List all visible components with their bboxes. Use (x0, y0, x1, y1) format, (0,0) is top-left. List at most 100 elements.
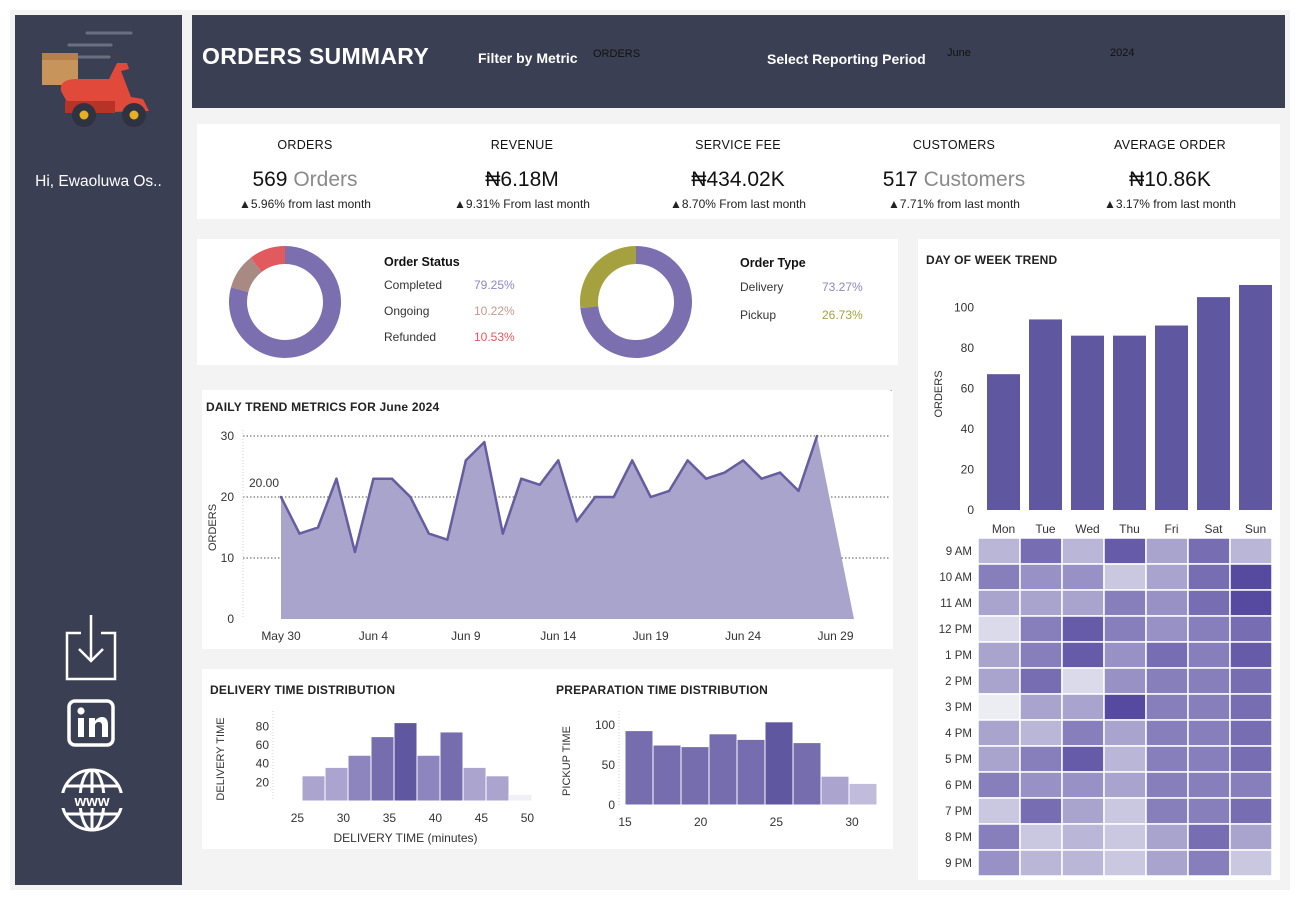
heatmap-cell (1103, 563, 1147, 591)
end-value-label: 30.00 (857, 390, 887, 393)
kpi-average-order: AVERAGE ORDER ₦10.86K ▲3.17% from last m… (1062, 124, 1278, 219)
status-slice-ongoing (230, 257, 263, 293)
kpi-change: ▲5.96% from last month (239, 197, 371, 211)
x-tick-label: Jun 4 (359, 629, 389, 643)
day-of-week-chart: 0 20 40 60 80 100 ORDERS Mon Tue Wed Thu Fri Sat Sun 9… (933, 284, 1273, 877)
delivery-bar (508, 793, 533, 802)
heatmap-cell (1019, 771, 1063, 799)
y-tick-label: 60 (256, 738, 270, 752)
heatmap-cell (1103, 589, 1147, 617)
prep-bar (764, 721, 794, 806)
prep-bar (736, 738, 766, 806)
heatmap-cell (1019, 589, 1063, 617)
order-status-donut (229, 246, 341, 358)
heatmap-cell (977, 797, 1021, 825)
y-tick-label: 100 (954, 300, 974, 314)
day-of-week-card: DAY OF WEEK TREND 0 20 40 60 80 100 ORDERS Mon T… (918, 239, 1280, 880)
sidebar: Hi, Ewaoluwa Os.. www (15, 15, 182, 885)
heatmap-cell (1187, 589, 1231, 617)
x-tick-label: Sat (1204, 522, 1223, 536)
trend-point (797, 489, 800, 493)
kpi-customers: CUSTOMERS 517 Customers ▲7.71% from last… (846, 124, 1062, 219)
y-axis-label: DELIVERY TIME (215, 717, 227, 800)
trend-point (335, 477, 338, 480)
kpi-value: ₦10.86K (1129, 168, 1211, 191)
order-type-title: Order Type (740, 256, 806, 270)
heatmap-cell (977, 667, 1021, 695)
order-type-pct: 73.27% (822, 280, 863, 294)
linkedin-icon[interactable] (67, 699, 115, 747)
kpi-value: 569 Orders (252, 168, 358, 191)
trend-point (667, 489, 671, 493)
kpi-title: SERVICE FEE (695, 138, 781, 152)
trend-area (281, 436, 854, 619)
heatmap-cell (1187, 615, 1231, 643)
filter-metric-label: Filter by Metric (478, 50, 578, 66)
y-tick-label: 40 (256, 757, 270, 771)
heatmap-cell (977, 849, 1021, 877)
heatmap-cell (1229, 849, 1273, 877)
heatmap-cell (1229, 641, 1273, 669)
order-type-label: Delivery (740, 280, 784, 294)
heatmap-cell (1229, 693, 1273, 721)
x-tick-label: 15 (618, 815, 632, 829)
heatmap-row-label: 9 PM (945, 858, 972, 870)
bar-thu (1113, 335, 1146, 510)
year-select[interactable]: 2024 (1110, 47, 1134, 59)
heatmap-cell (977, 641, 1021, 669)
y-axis-label: ORDERS (933, 370, 945, 417)
heatmap-cell (1061, 563, 1105, 591)
trend-point (649, 495, 652, 499)
y-tick-label: 10 (221, 551, 235, 565)
heatmap-cell (1061, 667, 1105, 695)
header-bar: ORDERS SUMMARY Filter by Metric ORDERS S… (192, 15, 1285, 108)
kpi-service-fee: SERVICE FEE ₦434.02K ▲8.70% From last mo… (630, 124, 846, 219)
x-tick-label: Jun 14 (540, 629, 576, 643)
order-type-label: Pickup (740, 308, 777, 322)
order-type-pct: 26.73% (822, 308, 863, 322)
heatmap-cell (1061, 719, 1105, 747)
trend-point (557, 459, 560, 462)
month-select[interactable]: June (947, 47, 971, 59)
kpi-title: CUSTOMERS (912, 138, 996, 152)
heatmap-cell (1103, 719, 1147, 747)
heatmap-cell (1103, 823, 1147, 851)
heatmap-cell (1187, 563, 1231, 591)
user-greeting: Hi, Ewaoluwa Os.. (35, 173, 162, 190)
order-status-label: Completed (384, 278, 443, 292)
heatmap-cell (977, 771, 1021, 799)
download-icon[interactable] (65, 613, 117, 681)
heatmap-row-label: 2 PM (945, 676, 972, 688)
bar-fri (1155, 325, 1188, 510)
trend-point (704, 477, 708, 480)
trend-point (594, 495, 597, 499)
heatmap-cell (1229, 537, 1273, 565)
trend-point (372, 477, 375, 480)
prep-bar (624, 730, 654, 806)
order-breakdown-card: Order Status Completed 79.25% Ongoing 10… (197, 239, 898, 365)
x-tick-label: Fri (1165, 522, 1179, 536)
x-tick-label: Jun 24 (725, 629, 761, 643)
delivery-bar (301, 775, 326, 802)
heatmap-cell (1103, 797, 1147, 825)
x-tick-label: 45 (475, 811, 489, 825)
filter-metric-select[interactable]: ORDERS (593, 48, 640, 60)
delivery-bar (393, 722, 418, 802)
page-title: ORDERS SUMMARY (202, 43, 429, 69)
heatmap-cell (977, 615, 1021, 643)
y-tick-label: 20 (221, 490, 235, 504)
trend-point (279, 495, 283, 499)
order-status-pct: 10.53% (474, 330, 515, 344)
kpi-orders: ORDERS 569 Orders ▲5.96% from last month (197, 124, 413, 219)
heatmap-cell (1187, 693, 1231, 721)
heatmap-cell (1019, 849, 1063, 877)
website-globe-icon[interactable]: www (59, 767, 125, 833)
heatmap-cell (1145, 615, 1189, 643)
heatmap-cell (977, 745, 1021, 773)
heatmap-cell (1061, 615, 1105, 643)
heatmap-row-label: 9 AM (946, 546, 972, 558)
prep-bar (848, 782, 878, 806)
delivery-bar (485, 775, 510, 802)
heatmap-row-label: 3 PM (945, 702, 972, 714)
heatmap-cell (1145, 693, 1189, 721)
